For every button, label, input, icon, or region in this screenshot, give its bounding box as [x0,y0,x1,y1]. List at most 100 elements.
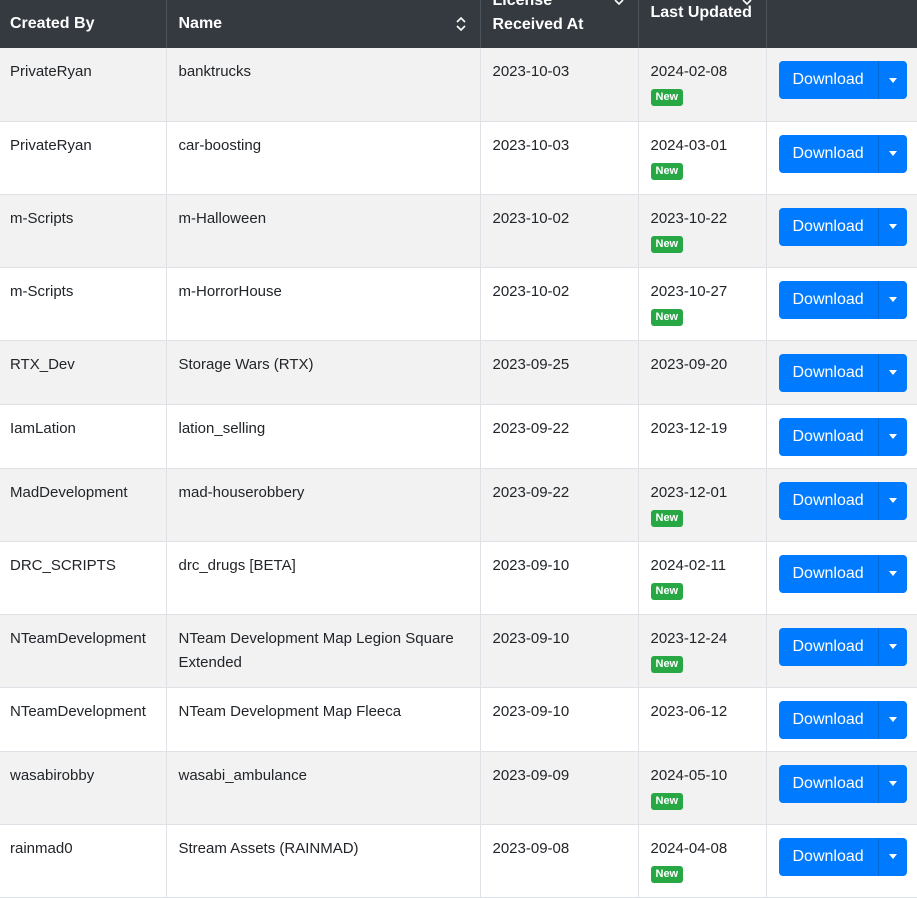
cell-updated: 2023-12-01 New [638,468,767,542]
sort-icon [741,0,752,5]
download-button-group: Download [778,481,907,520]
download-dropdown-toggle[interactable] [879,765,907,803]
download-dropdown-toggle[interactable] [879,418,907,456]
cell-updated: 2024-05-10 New [638,751,767,825]
cell-updated: 2024-04-08 New [638,824,767,898]
cell-received: 2023-09-25 [480,340,639,405]
cell-name: Stream Assets (RAINMAD) [166,824,481,898]
cell-received: 2023-09-10 [480,614,639,688]
download-dropdown-toggle[interactable] [879,135,907,173]
cell-received: 2023-10-03 [480,48,639,122]
download-dropdown-toggle[interactable] [879,628,907,666]
download-button-group: Download [778,61,907,99]
download-button[interactable]: Download [779,764,879,803]
caret-down-icon [888,854,897,859]
download-button-group: Download [778,700,907,739]
download-button[interactable]: Download [779,837,879,876]
cell-name: NTeam Development Map Fleeca [166,687,481,752]
caret-down-icon [888,498,897,503]
cell-created-by: m-Scripts [0,267,167,341]
sort-icon [455,17,466,31]
licenses-table: Created By Name License Received At Last… [0,0,917,898]
download-button-group: Download [778,554,907,593]
caret-down-icon [888,644,897,649]
download-button[interactable]: Download [779,280,879,319]
caret-down-icon [888,571,897,576]
caret-down-icon [888,717,897,722]
cell-updated: 2024-03-01 New [638,121,767,195]
cell-actions: Download [766,121,917,195]
caret-down-icon [888,434,897,439]
download-button[interactable]: Download [779,61,879,99]
new-badge: New [650,582,684,600]
cell-updated: 2024-02-11 New [638,541,767,615]
cell-name: car-boosting [166,121,481,195]
cell-name: lation_selling [166,404,481,469]
download-button[interactable]: Download [779,554,879,593]
cell-received: 2023-09-22 [480,468,639,542]
download-button[interactable]: Download [779,207,879,246]
new-badge: New [650,235,684,253]
cell-received: 2023-10-02 [480,194,639,268]
download-dropdown-toggle[interactable] [879,701,907,739]
caret-down-icon [888,224,897,229]
cell-actions: Download [766,751,917,825]
cell-created-by: m-Scripts [0,194,167,268]
download-button-group: Download [778,417,907,456]
cell-actions: Download [766,48,917,122]
cell-received: 2023-09-08 [480,824,639,898]
download-button[interactable]: Download [779,481,879,520]
table-row: m-Scripts m-Halloween 2023-10-02 2023-10… [0,194,917,268]
cell-updated: 2023-06-12 [638,687,767,752]
download-button[interactable]: Download [779,700,879,739]
cell-actions: Download [766,824,917,898]
cell-actions: Download [766,468,917,542]
table-row: MadDevelopment mad-houserobbery 2023-09-… [0,468,917,542]
table-row: NTeamDevelopment NTeam Development Map F… [0,687,917,752]
cell-actions: Download [766,194,917,268]
cell-updated: 2023-12-19 [638,404,767,469]
download-dropdown-toggle[interactable] [879,354,907,392]
new-badge: New [650,865,684,883]
download-button[interactable]: Download [779,134,879,173]
download-button-group: Download [778,207,907,246]
download-button-group: Download [778,837,907,876]
download-button[interactable]: Download [779,353,879,392]
cell-created-by: wasabirobby [0,751,167,825]
header-created-by[interactable]: Created By [0,0,167,48]
cell-received: 2023-09-10 [480,541,639,615]
sort-icon [613,0,624,5]
cell-updated: 2023-10-22 New [638,194,767,268]
new-badge: New [650,89,684,106]
cell-created-by: PrivateRyan [0,121,167,195]
header-name[interactable]: Name [166,0,481,48]
download-button[interactable]: Download [779,627,879,666]
download-dropdown-toggle[interactable] [879,482,907,520]
download-button-group: Download [778,353,907,392]
download-dropdown-toggle[interactable] [879,838,907,876]
cell-created-by: DRC_SCRIPTS [0,541,167,615]
download-dropdown-toggle[interactable] [879,281,907,319]
table-row: rainmad0 Stream Assets (RAINMAD) 2023-09… [0,824,917,898]
cell-name: wasabi_ambulance [166,751,481,825]
download-dropdown-toggle[interactable] [879,61,907,99]
download-button[interactable]: Download [779,417,879,456]
cell-received: 2023-10-03 [480,121,639,195]
table-row: IamLation lation_selling 2023-09-22 2023… [0,404,917,469]
table-row: DRC_SCRIPTS drc_drugs [BETA] 2023-09-10 … [0,541,917,615]
new-badge: New [650,655,684,673]
cell-created-by: RTX_Dev [0,340,167,405]
header-last-updated[interactable]: Last Updated [638,0,767,48]
cell-actions: Download [766,614,917,688]
cell-updated: 2024-02-08 New [638,48,767,122]
download-dropdown-toggle[interactable] [879,555,907,593]
cell-name: drc_drugs [BETA] [166,541,481,615]
cell-received: 2023-09-09 [480,751,639,825]
header-actions [766,0,917,48]
header-license-received[interactable]: License Received At [480,0,639,48]
table-row: PrivateRyan banktrucks 2023-10-03 2024-0… [0,48,917,122]
download-button-group: Download [778,280,907,319]
download-dropdown-toggle[interactable] [879,208,907,246]
cell-created-by: NTeamDevelopment [0,687,167,752]
table-row: wasabirobby wasabi_ambulance 2023-09-09 … [0,751,917,825]
